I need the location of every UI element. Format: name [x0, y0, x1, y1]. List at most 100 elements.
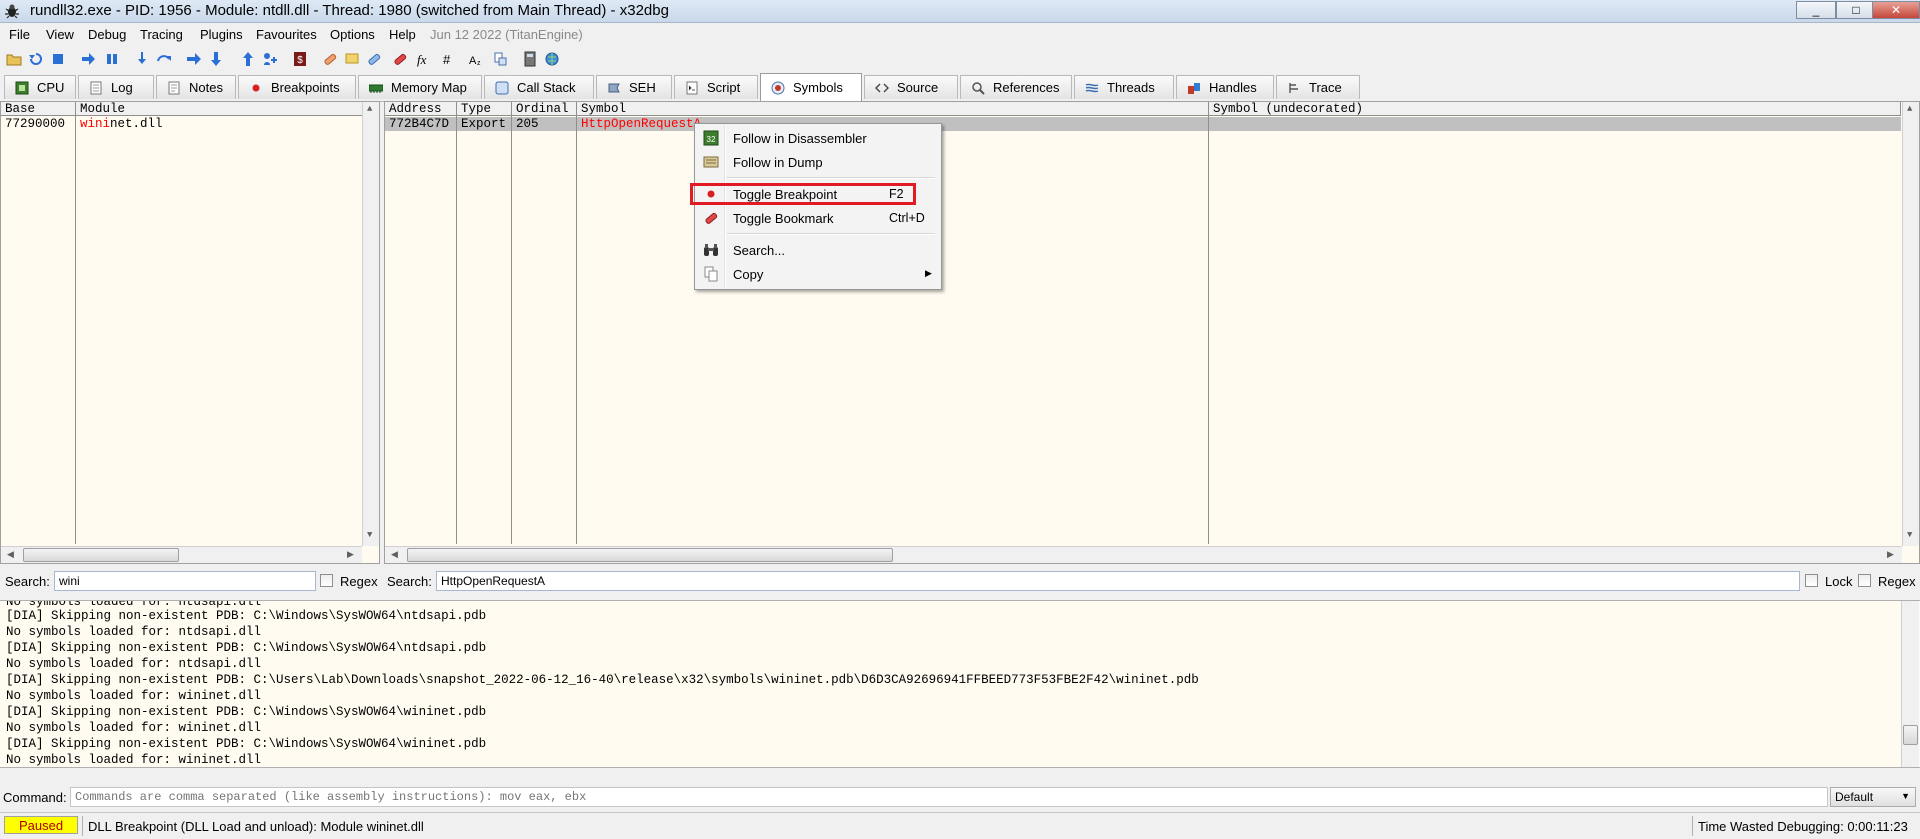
symbol-type-cell[interactable]: Export [457, 117, 506, 131]
function-icon[interactable]: fx [416, 51, 432, 67]
hash-icon[interactable]: # [440, 51, 456, 67]
status-separator [1692, 816, 1693, 836]
tab-script[interactable]: Script [674, 75, 758, 99]
memory-icon [369, 81, 383, 95]
menu-item-toggle-bookmark[interactable]: Toggle Bookmark Ctrl+D [697, 207, 939, 229]
open-icon[interactable] [6, 51, 22, 67]
scroll-thumb[interactable] [23, 548, 179, 562]
chevron-down-icon: ▼ [1901, 791, 1910, 801]
command-input[interactable] [70, 787, 1828, 807]
label-icon[interactable] [366, 51, 382, 67]
symbol-search-input[interactable] [436, 571, 1800, 591]
tab-log[interactable]: Log [78, 75, 154, 99]
trace-over-icon[interactable] [208, 51, 224, 67]
patch-icon[interactable] [322, 51, 338, 67]
menu-debug[interactable]: Debug [88, 27, 126, 42]
log-vertical-scrollbar[interactable] [1901, 601, 1919, 767]
modules-vertical-scrollbar[interactable]: ▲ ▼ [362, 102, 379, 546]
calculator-icon[interactable] [522, 51, 538, 67]
scroll-thumb[interactable] [1903, 725, 1918, 745]
menu-item-copy[interactable]: Copy ▶ [697, 263, 939, 285]
modules-horizontal-scrollbar[interactable]: ◀ ▶ [1, 546, 362, 563]
column-divider [456, 116, 457, 544]
column-header-type[interactable]: Type [457, 102, 512, 116]
menu-view[interactable]: View [46, 27, 74, 42]
tab-call-stack[interactable]: Call Stack [484, 75, 594, 99]
menu-file[interactable]: File [9, 27, 30, 42]
scroll-left-arrow-icon[interactable]: ◀ [391, 550, 398, 560]
step-into-icon[interactable] [134, 51, 150, 67]
symbol-ordinal-cell[interactable]: 205 [512, 117, 539, 131]
symbol-name-cell[interactable]: HttpOpenRequestA [577, 117, 701, 131]
regex-checkbox[interactable] [1858, 574, 1871, 587]
trace-into-icon[interactable] [186, 51, 202, 67]
stop-icon[interactable] [50, 51, 66, 67]
menu-item-search[interactable]: Search... [697, 239, 939, 261]
column-header-symbol-undecorated[interactable]: Symbol (undecorated) [1209, 102, 1901, 116]
menu-item-follow-in-dump[interactable]: Follow in Dump [697, 151, 939, 173]
module-icon[interactable] [492, 51, 508, 67]
close-button[interactable]: ✕ [1872, 1, 1920, 19]
module-name-cell[interactable]: wininet.dll [76, 117, 163, 131]
tab-source[interactable]: Source [864, 75, 958, 99]
tab-trace[interactable]: Trace [1276, 75, 1360, 99]
menu-plugins[interactable]: Plugins [200, 27, 243, 42]
scroll-left-arrow-icon[interactable]: ◀ [7, 550, 14, 560]
command-mode-select[interactable]: Default ▼ [1830, 787, 1916, 807]
tab-notes[interactable]: Notes [156, 75, 236, 99]
log-view[interactable]: No symbols loaded for: ntdsapi.dll [DIA]… [0, 600, 1920, 768]
maximize-button[interactable]: □ [1836, 1, 1876, 19]
comment-icon[interactable] [344, 51, 360, 67]
regex-checkbox[interactable] [320, 574, 333, 587]
run-icon[interactable] [80, 51, 96, 67]
symbols-horizontal-scrollbar[interactable]: ◀ ▶ [385, 546, 1902, 563]
status-separator [82, 816, 83, 836]
column-header-module[interactable]: Module [76, 102, 363, 116]
scroll-down-arrow-icon[interactable]: ▼ [1907, 530, 1912, 540]
tab-breakpoints[interactable]: Breakpoints [238, 75, 356, 99]
run-to-user-code-icon[interactable] [262, 51, 278, 67]
column-header-ordinal[interactable]: Ordinal [512, 102, 577, 116]
menu-favourites[interactable]: Favourites [256, 27, 317, 42]
tab-references[interactable]: References [960, 75, 1072, 99]
tab-handles[interactable]: Handles [1176, 75, 1274, 99]
tab-label: Trace [1309, 80, 1342, 95]
menu-options[interactable]: Options [330, 27, 375, 42]
scroll-down-arrow-icon[interactable]: ▼ [367, 530, 372, 540]
scroll-up-arrow-icon[interactable]: ▲ [1907, 104, 1912, 114]
module-base-cell[interactable]: 77290000 [1, 117, 65, 131]
minimize-button[interactable]: _ [1796, 1, 1836, 19]
scroll-right-arrow-icon[interactable]: ▶ [347, 550, 354, 560]
menu-help[interactable]: Help [389, 27, 416, 42]
tab-symbols[interactable]: Symbols [760, 73, 862, 101]
symbols-vertical-scrollbar[interactable]: ▲ ▼ [1902, 102, 1919, 546]
tab-threads[interactable]: Threads [1074, 75, 1174, 99]
globe-icon[interactable] [544, 51, 560, 67]
scroll-right-arrow-icon[interactable]: ▶ [1887, 550, 1894, 560]
tab-cpu[interactable]: CPU [4, 75, 76, 99]
module-search-input[interactable] [54, 571, 316, 591]
bookmark-icon[interactable] [392, 51, 408, 67]
tab-seh[interactable]: SEH [596, 75, 672, 99]
pause-icon[interactable] [104, 51, 120, 67]
tab-memory-map[interactable]: Memory Map [358, 75, 482, 99]
context-menu: 32 Follow in Disassembler Follow in Dump… [694, 123, 942, 290]
scroll-up-arrow-icon[interactable]: ▲ [367, 104, 372, 114]
lock-label: Lock [1825, 574, 1853, 589]
menu-item-follow-in-disassembler[interactable]: 32 Follow in Disassembler [697, 127, 939, 149]
column-header-symbol[interactable]: Symbol [577, 102, 1209, 116]
scroll-thumb[interactable] [407, 548, 893, 562]
column-header-address[interactable]: Address [385, 102, 457, 116]
menu-tracing[interactable]: Tracing [140, 27, 183, 42]
restart-icon[interactable] [28, 51, 44, 67]
log-line: No symbols loaded for: ntdsapi.dll [6, 625, 262, 639]
column-header-base[interactable]: Base [1, 102, 76, 116]
symbol-address-cell[interactable]: 772B4C7D [385, 117, 449, 131]
tab-label: Call Stack [517, 80, 576, 95]
execute-till-return-icon[interactable] [240, 51, 256, 67]
symbol-undecorated-cell[interactable] [1209, 117, 1213, 131]
step-over-icon[interactable] [156, 51, 172, 67]
lock-checkbox[interactable] [1805, 574, 1818, 587]
script-icon[interactable]: $ [292, 51, 308, 67]
font-icon[interactable]: Az [468, 51, 484, 67]
